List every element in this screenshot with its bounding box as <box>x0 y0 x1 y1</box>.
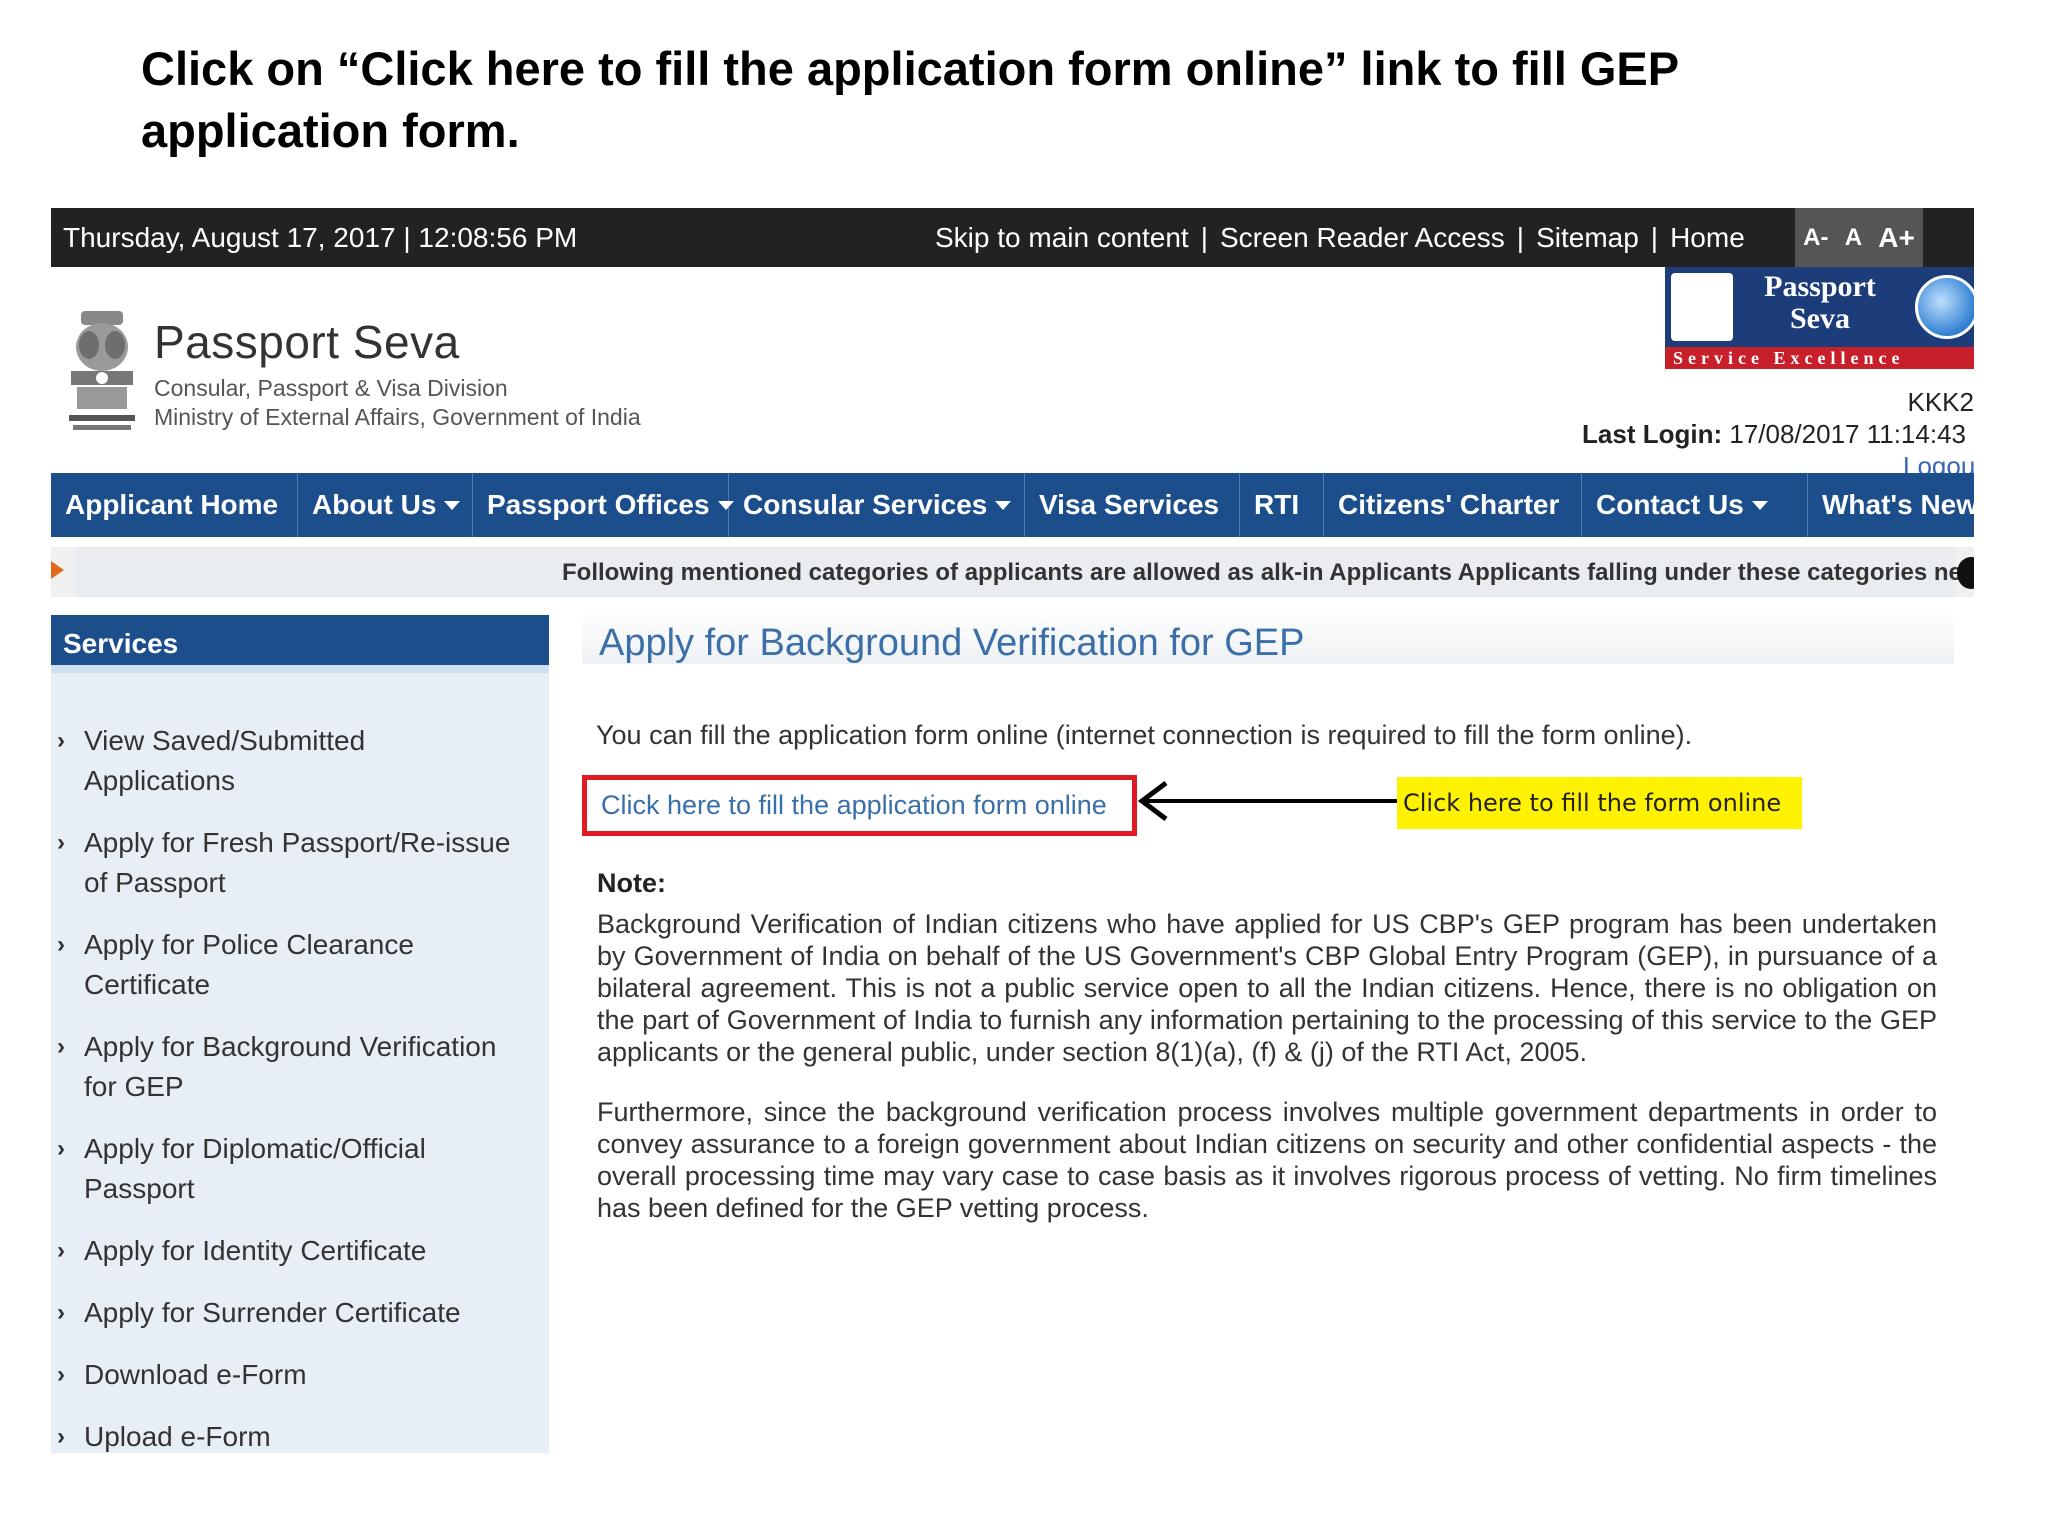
chevron-down-icon <box>1751 500 1768 510</box>
sidebar-item-label: Download e-Form <box>84 1359 307 1390</box>
screen-reader-link[interactable]: Screen Reader Access <box>1220 222 1505 254</box>
chevron-right-icon: › <box>57 1423 65 1450</box>
nav-label: What's New <box>1822 489 1974 520</box>
sidebar-item-label: Apply for Surrender Certificate <box>84 1297 461 1328</box>
sidebar-item-download-eform[interactable]: › Download e-Form <box>51 1355 521 1395</box>
chevron-right-icon: › <box>57 1299 65 1326</box>
sidebar-item-label: Apply for Fresh Passport/Re-issue of Pas… <box>84 827 511 898</box>
page-title: Apply for Background Verification for GE… <box>582 610 1954 664</box>
sidebar-item-label: Apply for Diplomatic/Official Passport <box>84 1133 426 1204</box>
chevron-right-icon: › <box>57 931 65 958</box>
sidebar-item-police-clearance[interactable]: › Apply for Police Clearance Certificate <box>51 925 521 1005</box>
sidebar-item-upload-eform[interactable]: › Upload e-Form <box>51 1417 521 1453</box>
nav-label: Visa Services <box>1039 489 1220 520</box>
separator: | <box>1516 222 1525 253</box>
sidebar-item-label: Apply for Police Clearance Certificate <box>84 929 414 1000</box>
note-label: Note: <box>597 868 666 898</box>
font-normal-button[interactable]: A <box>1845 224 1862 252</box>
services-sidebar: Services › View Saved/Submitted Applicati… <box>51 615 549 1453</box>
nav-citizens-charter[interactable]: Citizens' Charter <box>1324 473 1582 537</box>
site-subtitle: Consular, Passport & Visa Division <box>154 375 508 401</box>
sidebar-title: Services <box>51 615 549 673</box>
nav-label: Consular Services <box>743 489 988 520</box>
passport-seva-logo: Passport Seva Service Excellence <box>1665 267 1974 375</box>
nav-label: Applicant Home <box>65 489 279 520</box>
separator: | <box>1650 222 1659 253</box>
chevron-right-icon: › <box>57 727 65 754</box>
chevron-right-icon: › <box>57 1135 65 1162</box>
news-ticker: Following mentioned categories of applic… <box>51 547 1974 597</box>
main-nav: Applicant Home About Us Passport Offices… <box>51 473 1974 537</box>
logo-emblem-icon <box>1671 273 1733 341</box>
site-name[interactable]: Passport Seva <box>154 315 460 369</box>
logo-tagline: Service Excellence <box>1665 347 1974 369</box>
nav-applicant-home[interactable]: Applicant Home <box>51 473 298 537</box>
last-login-value: 17/08/2017 11:14:43 <box>1729 419 1966 449</box>
nav-whats-new[interactable]: What's New <box>1808 473 1974 537</box>
ticker-message[interactable]: Following mentioned categories of applic… <box>562 559 1962 587</box>
nav-visa-services[interactable]: Visa Services <box>1025 473 1240 537</box>
nav-about-us[interactable]: About Us <box>298 473 473 537</box>
sidebar-item-gep-verification[interactable]: › Apply for Background Verification for G… <box>51 1027 521 1107</box>
play-icon[interactable] <box>51 561 64 579</box>
fill-form-online-link[interactable]: Click here to fill the application form … <box>601 790 1107 821</box>
top-bar: Thursday, August 17, 2017 | 12:08:56 PM … <box>51 208 1974 267</box>
sidebar-item-diplomatic-passport[interactable]: › Apply for Diplomatic/Official Passport <box>51 1129 521 1209</box>
skip-link[interactable]: Skip to main content <box>935 222 1189 254</box>
top-links: Skip to main content | Screen Reader Acces… <box>935 222 1745 254</box>
home-link[interactable]: Home <box>1670 222 1745 254</box>
annotation-callout: Click here to fill the form online <box>1397 777 1802 829</box>
user-id: KKK2 <box>1907 387 1975 417</box>
instruction-title: Click on “Click here to fill the applica… <box>141 42 1679 157</box>
nav-label: About Us <box>312 489 437 520</box>
highlight-box: Click here to fill the application form … <box>582 775 1137 836</box>
sidebar-item-label: Apply for Background Verification for GE… <box>84 1031 497 1102</box>
sidebar-item-surrender-certificate[interactable]: › Apply for Surrender Certificate <box>51 1293 521 1333</box>
chevron-down-icon <box>444 500 461 510</box>
chevron-down-icon <box>995 500 1012 510</box>
chevron-right-icon: › <box>57 829 65 856</box>
logo-text: Passport Seva <box>1764 270 1876 335</box>
nav-label: Contact Us <box>1596 489 1744 520</box>
nav-rti[interactable]: RTI <box>1240 473 1324 537</box>
sidebar-item-label: Apply for Identity Certificate <box>84 1235 427 1266</box>
chevron-right-icon: › <box>57 1033 65 1060</box>
logo-panel: Passport Seva <box>1665 267 1974 347</box>
pointer-arrow-icon <box>1137 781 1406 821</box>
nav-label: Citizens' Charter <box>1338 489 1560 520</box>
chevron-right-icon: › <box>57 1237 65 1264</box>
sidebar-item-label: View Saved/Submitted Applications <box>84 725 366 796</box>
font-size-controls: A- A A+ <box>1795 208 1923 267</box>
sidebar-item-label: Upload e-Form <box>84 1421 271 1452</box>
screenshot-frame: Thursday, August 17, 2017 | 12:08:56 PM … <box>51 208 1974 1453</box>
sidebar-item-view-applications[interactable]: › View Saved/Submitted Applications <box>51 721 521 801</box>
last-login-label: Last Login: <box>1582 419 1723 449</box>
font-small-button[interactable]: A- <box>1803 224 1828 252</box>
main-content: Apply for Background Verification for GE… <box>582 610 1954 1450</box>
globe-icon <box>1915 275 1974 339</box>
nav-contact-us[interactable]: Contact Us <box>1582 473 1808 537</box>
sidebar-item-fresh-passport[interactable]: › Apply for Fresh Passport/Re-issue of Pa… <box>51 823 521 903</box>
nav-label: Passport Offices <box>487 489 710 520</box>
note-paragraph: Background Verification of Indian citize… <box>597 909 1937 1067</box>
sitemap-link[interactable]: Sitemap <box>1536 222 1639 254</box>
services-list: › View Saved/Submitted Applications › Appl… <box>51 721 549 1453</box>
datetime: Thursday, August 17, 2017 | 12:08:56 PM <box>63 222 578 253</box>
site-ministry: Ministry of External Affairs, Government… <box>154 404 641 430</box>
chevron-right-icon: › <box>57 1361 65 1388</box>
last-login: Last Login: 17/08/2017 11:14:43 <box>1582 419 1966 450</box>
national-emblem-icon <box>69 311 135 430</box>
font-large-button[interactable]: A+ <box>1878 222 1915 254</box>
site-header: Passport Seva Consular, Passport & Visa … <box>51 267 1975 481</box>
intro-text: You can fill the application form online… <box>596 720 1693 750</box>
nav-label: RTI <box>1254 489 1300 520</box>
separator: | <box>1200 222 1208 253</box>
nav-passport-offices[interactable]: Passport Offices <box>473 473 734 537</box>
sidebar-item-identity-certificate[interactable]: › Apply for Identity Certificate <box>51 1231 521 1271</box>
note-paragraph: Furthermore, since the background verifi… <box>597 1097 1937 1223</box>
ticker-strip: Following mentioned categories of applic… <box>75 547 1962 597</box>
nav-consular-services[interactable]: Consular Services <box>729 473 1025 537</box>
